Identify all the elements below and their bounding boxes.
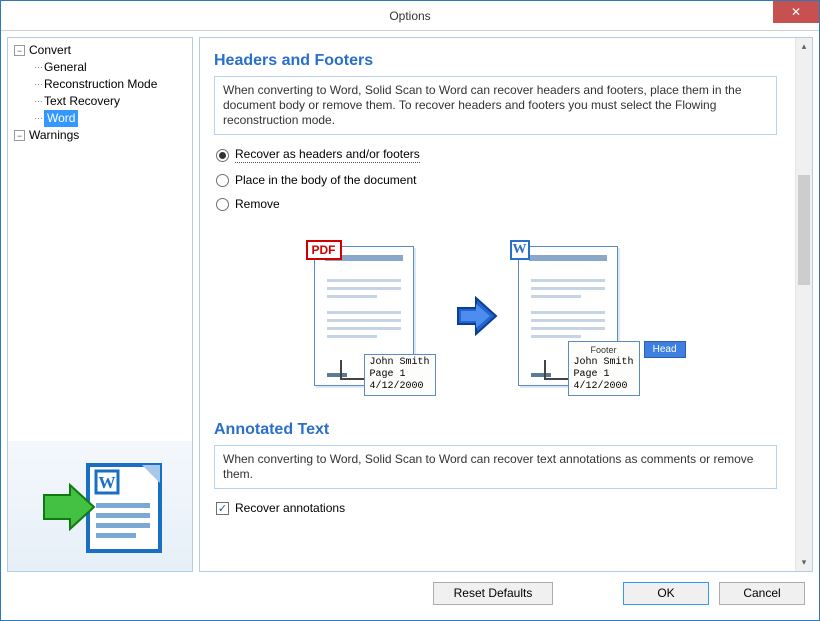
checkbox-label-recover-annotations: Recover annotations <box>235 501 345 515</box>
section-title-annotated-text: Annotated Text <box>214 421 777 439</box>
tree-node-warnings[interactable]: − Warnings <box>10 127 190 144</box>
scroll-thumb[interactable] <box>798 175 810 285</box>
collapse-icon[interactable]: − <box>14 45 25 56</box>
options-tree: − Convert ⋯ General ⋯ Reconstruction Mod… <box>8 38 192 441</box>
section-title-headers-footers: Headers and Footers <box>214 52 777 70</box>
sidebar: − Convert ⋯ General ⋯ Reconstruction Mod… <box>7 37 193 572</box>
main-content: Headers and Footers When converting to W… <box>200 38 795 571</box>
tree-node-general[interactable]: ⋯ General <box>10 59 190 76</box>
tree-label-textrecovery: Text Recovery <box>44 93 120 110</box>
close-button[interactable]: ✕ <box>773 1 819 23</box>
radio-icon <box>216 174 229 187</box>
radio-remove[interactable]: Remove <box>216 197 777 211</box>
tree-connector-icon: ⋯ <box>34 76 42 93</box>
radio-label-body: Place in the body of the document <box>235 173 416 187</box>
ok-button[interactable]: OK <box>623 582 709 605</box>
word-document-graphic: W Footer John Smith Page 1 4/12/2000 Hea… <box>518 246 638 386</box>
cancel-button[interactable]: Cancel <box>719 582 805 605</box>
headers-footers-description: When converting to Word, Solid Scan to W… <box>214 76 777 135</box>
tree-label-general: General <box>44 59 87 76</box>
tree-node-convert[interactable]: − Convert <box>10 42 190 59</box>
tree-node-reconstruction[interactable]: ⋯ Reconstruction Mode <box>10 76 190 93</box>
options-dialog: Options ✕ − Convert ⋯ General ⋯ <box>0 0 820 621</box>
main-panel: Headers and Footers When converting to W… <box>199 37 813 572</box>
callout-line: Page 1 <box>370 369 430 381</box>
checkbox-recover-annotations[interactable]: ✓ Recover annotations <box>216 501 777 515</box>
callout-line: 4/12/2000 <box>370 381 430 393</box>
checkbox-icon: ✓ <box>216 502 229 515</box>
scroll-down-icon[interactable]: ▾ <box>796 554 812 571</box>
word-footer-callout: Footer John Smith Page 1 4/12/2000 <box>568 341 640 396</box>
callout-line: Page 1 <box>574 369 634 381</box>
scroll-up-icon[interactable]: ▴ <box>796 38 812 55</box>
pdf-document-graphic: PDF John Smith Page 1 4/12/2000 <box>314 246 434 386</box>
scroll-track[interactable] <box>796 55 812 554</box>
tree-label-reconstruction: Reconstruction Mode <box>44 76 157 93</box>
reset-defaults-button[interactable]: Reset Defaults <box>433 582 553 605</box>
callout-line: John Smith <box>574 357 634 369</box>
tree-node-word[interactable]: ⋯ Word <box>10 110 190 127</box>
radio-icon <box>216 149 229 162</box>
radio-icon <box>216 198 229 211</box>
radio-recover-headers[interactable]: Recover as headers and/or footers <box>216 147 777 163</box>
callout-title: Footer <box>574 344 634 356</box>
window-title: Options <box>389 9 430 23</box>
tree-connector-icon: ⋯ <box>34 59 42 76</box>
collapse-icon[interactable]: − <box>14 130 25 141</box>
content-row: − Convert ⋯ General ⋯ Reconstruction Mod… <box>7 37 813 572</box>
sidebar-illustration: W <box>8 441 192 571</box>
dialog-button-row: Reset Defaults OK Cancel <box>7 572 813 614</box>
pdf-badge: PDF <box>306 240 342 260</box>
tree-label-warnings: Warnings <box>29 127 79 144</box>
conversion-illustration: PDF John Smith Page 1 4/12/2000 <box>214 221 777 411</box>
close-icon: ✕ <box>791 5 801 19</box>
tree-node-textrecovery[interactable]: ⋯ Text Recovery <box>10 93 190 110</box>
callout-line: John Smith <box>370 357 430 369</box>
word-badge: W <box>510 240 530 260</box>
tree-label-convert: Convert <box>29 42 71 59</box>
tree-connector-icon: ⋯ <box>34 93 42 110</box>
titlebar: Options ✕ <box>1 1 819 31</box>
blue-arrow-icon <box>452 292 500 340</box>
annotated-text-description: When converting to Word, Solid Scan to W… <box>214 445 777 489</box>
svg-text:W: W <box>99 473 116 492</box>
pdf-footer-callout: John Smith Page 1 4/12/2000 <box>364 354 436 396</box>
tree-label-word: Word <box>44 110 78 127</box>
vertical-scrollbar[interactable]: ▴ ▾ <box>795 38 812 571</box>
header-tag: Head <box>644 341 686 358</box>
radio-label-recover: Recover as headers and/or footers <box>235 147 420 163</box>
convert-to-word-icon: W <box>30 451 170 561</box>
radio-label-remove: Remove <box>235 197 280 211</box>
callout-line: 4/12/2000 <box>574 381 634 393</box>
dialog-body: − Convert ⋯ General ⋯ Reconstruction Mod… <box>1 31 819 620</box>
radio-place-in-body[interactable]: Place in the body of the document <box>216 173 777 187</box>
tree-connector-icon: ⋯ <box>34 110 42 127</box>
